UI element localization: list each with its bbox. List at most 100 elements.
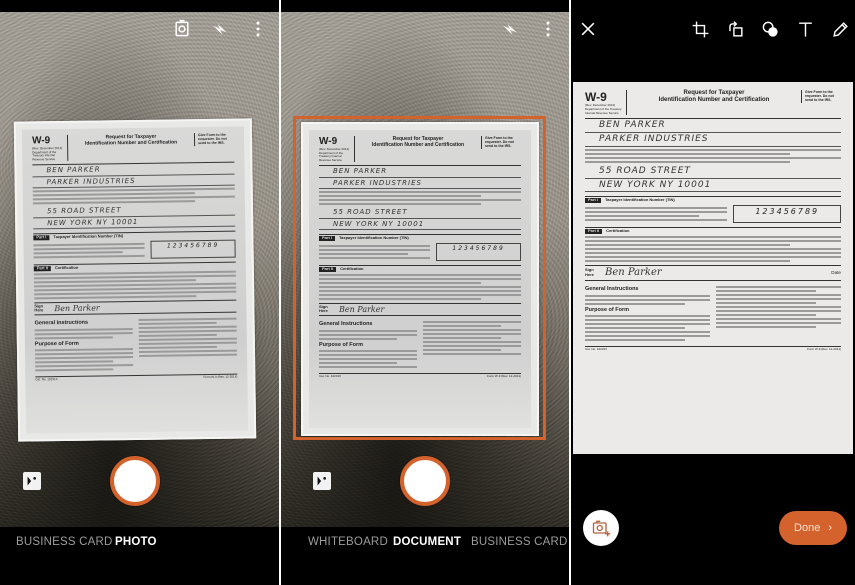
address-field: 55 ROAD STREET (319, 207, 521, 219)
form-title: Request for Taxpayer Identification Numbe… (627, 90, 801, 104)
camera-top-controls (499, 18, 559, 40)
cat-number: Cat. No. 10231X (35, 377, 58, 382)
ein-value: 123456789 (733, 205, 841, 224)
add-page-button[interactable] (583, 510, 619, 546)
part2-title: Certification (606, 228, 630, 234)
mode-document[interactable]: DOCUMENT (393, 536, 461, 548)
w9-form: W-9 (Rev. December 2014) Department of th… (309, 130, 531, 428)
form-number: W-9 (Rev. December 2014) Department of th… (319, 136, 355, 163)
purpose-heading: Purpose of Form (319, 341, 364, 348)
city-field: NEW YORK NY 10001 (33, 215, 236, 230)
part2-tag: Part II (319, 266, 337, 272)
w9-form: W-9 (Rev. December 2014) Department of th… (22, 126, 248, 433)
cat-number: Cat. No. 10231X (319, 374, 342, 379)
part2-tag: Part II (585, 228, 603, 234)
form-rev: (Rev. December 2014) Department of the T… (585, 103, 622, 115)
general-instructions-heading: General Instructions (319, 321, 373, 328)
form-rev: (Rev. December 2014) Department of the T… (32, 146, 63, 162)
sign-here-label: Sign Here (585, 267, 594, 277)
purpose-heading: Purpose of Form (585, 306, 630, 313)
scanned-document-preview: W-9 (Rev. December 2014) Department of th… (571, 82, 855, 456)
form-number-text: W-9 (585, 90, 607, 104)
mode-whiteboard[interactable]: WHITEBOARD (308, 536, 388, 548)
gallery-icon[interactable] (313, 472, 331, 490)
cat-number: Cat. No. 10231X (585, 347, 608, 352)
mode-business-card[interactable]: BUSINESS CARD (16, 536, 113, 548)
flash-auto-icon[interactable] (499, 18, 521, 40)
chevron-right-icon: › (828, 522, 832, 534)
pen-icon[interactable] (829, 18, 851, 40)
part1-title: Taxpayer Identification Number (TIN) (339, 234, 409, 240)
give-form-note: Give Form to the requester. Do not send … (801, 90, 841, 103)
camera-top-controls (171, 18, 269, 40)
part1-title: Taxpayer Identification Number (TIN) (605, 197, 675, 203)
part1-tag: Part I (585, 198, 602, 204)
form-number: W-9 (Rev. December 2014) Department of th… (31, 134, 69, 162)
shutter-button[interactable] (400, 456, 450, 506)
add-photo-icon (592, 520, 611, 537)
editor-toolbar (571, 16, 855, 44)
name-field: BEN PARKER (585, 119, 841, 133)
capture-mode-selector: WHITEBOARD DOCUMENT BUSINESS CARD (281, 527, 569, 585)
done-label: Done (794, 522, 821, 534)
give-form-note: Give Form to the requester. Do not send … (481, 136, 521, 149)
signature: Ben Parker (339, 304, 385, 314)
part2-tag: Part II (33, 265, 51, 271)
business-name-field: PARKER INDUSTRIES (32, 174, 235, 189)
edit-preview-screen: W-9 (Rev. December 2014) Department of th… (571, 0, 855, 585)
sign-here-label: Sign Here (319, 303, 328, 314)
general-instructions-heading: General Instructions (585, 285, 639, 292)
signature: Ben Parker (54, 303, 100, 313)
crop-icon[interactable] (689, 18, 711, 40)
mode-photo[interactable]: PHOTO (115, 536, 157, 548)
address-field: 55 ROAD STREET (585, 165, 841, 179)
document-paper: W-9 (Rev. December 2014) Department of th… (301, 122, 539, 436)
part1-title: Taxpayer Identification Number (TIN) (53, 233, 124, 240)
footer-form: Form W-9 (Rev. 12-2014) (807, 347, 841, 352)
gallery-icon[interactable] (23, 472, 41, 490)
business-name-field: PARKER INDUSTRIES (585, 133, 841, 147)
footer-form: Form W-9 (Rev. 12-2014) (487, 374, 521, 379)
more-vertical-icon[interactable] (247, 18, 269, 40)
document-paper: W-9 (Rev. December 2014) Department of th… (573, 82, 853, 454)
part1-tag: Part I (319, 235, 336, 241)
camera-switch-icon[interactable] (171, 18, 193, 40)
give-form-note: Give Form to the requester. Do not send … (193, 132, 235, 146)
done-button[interactable]: Done › (779, 511, 847, 545)
title-line2: Identification Number and Certification (84, 139, 178, 147)
business-name-field: PARKER INDUSTRIES (319, 178, 521, 190)
title-line2: Identification Number and Certification (371, 142, 465, 148)
name-field: BEN PARKER (319, 166, 521, 178)
text-icon[interactable] (794, 18, 816, 40)
date-label: Date (831, 270, 841, 276)
sign-here-label: Sign Here (34, 302, 44, 313)
w9-form: W-9 (Rev. December 2014) Department of th… (573, 82, 853, 454)
form-number-text: W-9 (31, 135, 51, 147)
city-field: NEW YORK NY 10001 (319, 219, 521, 230)
app-screens: W-9 (Rev. December 2014) Department of th… (0, 0, 855, 585)
flash-auto-icon[interactable] (209, 18, 231, 40)
form-title: Request for Taxpayer Identification Numbe… (68, 133, 194, 147)
filters-icon[interactable] (759, 18, 781, 40)
general-instructions-heading: General Instructions (34, 319, 89, 327)
shutter-button[interactable] (110, 456, 160, 506)
photo-capture-screen: W-9 (Rev. December 2014) Department of th… (0, 0, 279, 585)
form-title: Request for Taxpayer Identification Numbe… (355, 136, 481, 148)
title-line1: Request for Taxpayer (683, 90, 745, 96)
signature: Ben Parker (605, 266, 662, 278)
rotate-icon[interactable] (724, 18, 746, 40)
more-vertical-icon[interactable] (537, 18, 559, 40)
footer-form: Form W-9 (Rev. 12-2014) (203, 374, 238, 380)
document-capture-screen: W-9 (Rev. December 2014) Department of th… (281, 0, 569, 585)
close-icon[interactable] (577, 18, 599, 40)
form-rev: (Rev. December 2014) Department of the T… (319, 147, 350, 162)
form-number-text: W-9 (319, 136, 338, 147)
document-paper: W-9 (Rev. December 2014) Department of th… (13, 118, 257, 442)
part2-title: Certification (54, 264, 79, 270)
title-line2: Identification Number and Certification (658, 97, 770, 104)
purpose-heading: Purpose of Form (34, 340, 79, 348)
part2-title: Certification (340, 265, 364, 271)
ein-value: 123456789 (436, 242, 521, 261)
capture-mode-selector: BUSINESS CARD PHOTO (0, 527, 279, 585)
mode-business-card[interactable]: BUSINESS CARD (471, 536, 568, 548)
